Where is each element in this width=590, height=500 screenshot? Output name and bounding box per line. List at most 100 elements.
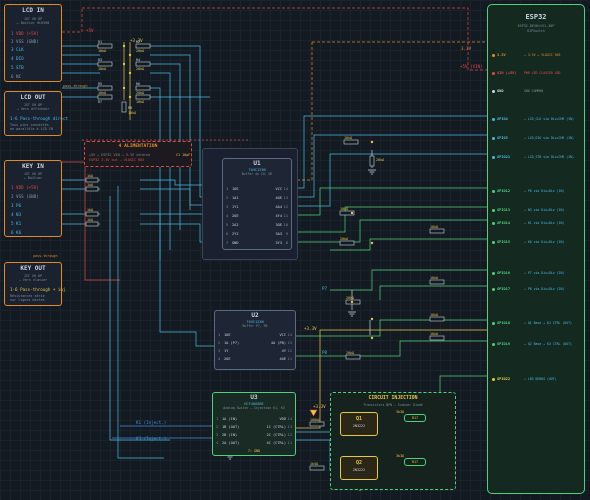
u2-pin-l3: 1Y	[224, 349, 229, 353]
key-in-pin-3: 3 P6	[11, 203, 22, 208]
u1-pin-num-l3: 3	[226, 205, 229, 209]
rg21-value: 10kΩ	[344, 136, 353, 140]
resistor-r17-q1: R17	[404, 414, 426, 422]
u2-pin-r3: 4Y	[281, 349, 286, 353]
chip-u1: U1 74HC125N Buffer 4x CH, OE 1 1OE 2 1A1 3 1Y…	[222, 158, 292, 250]
esp32-pin-desc: → P7 via Div+Div (IN)	[524, 271, 565, 275]
inj-sub: Transistors NPN – Scanner Diode	[363, 403, 423, 407]
u3-pin-r4: 4C (CTRL)	[266, 441, 286, 445]
u2-pin-num-l4: 4	[218, 357, 221, 361]
u2-pin-num-l1: 1	[218, 333, 221, 337]
u2-pin-num-r4: 11	[287, 357, 292, 361]
u2-pin-num-l2: 2	[218, 341, 221, 345]
lcd-out-connector: LCD OUT JST XH 8P → Vers afficheur 1-6 P…	[4, 91, 68, 136]
q1-label: Q1	[355, 416, 363, 422]
u2-pin-l2: 1A (P7)	[224, 341, 240, 345]
esp32-pin-desc: → LCD_STB via Div+CHR (IN)	[524, 155, 574, 159]
lcd-in-pin-5: 5 STB	[11, 65, 24, 70]
u1-pin-num-r7: 8	[285, 241, 288, 245]
label-p5vb: +5V (VIN)	[460, 64, 483, 69]
gpio13-wire	[294, 206, 487, 233]
u1-pin-l4: 2OE	[232, 214, 239, 218]
rg16-value: 10kΩ	[430, 276, 439, 280]
u1-pin-num-l5: 5	[226, 223, 229, 227]
u1-pin-r3: 4A4	[275, 205, 283, 209]
esp32-pin-gpio17: GPIO17	[497, 287, 510, 291]
lcd-in-title: LCD IN	[22, 7, 44, 14]
lcd-in-sub2: ← Boitier HLK590	[16, 21, 50, 25]
lcd-in-pin-1: 1 VDD (+5V)	[11, 31, 39, 36]
esp32-pin-desc: → K1 via Div+Div (IN)	[524, 221, 565, 225]
u3-pin-l4: 2A (OUT)	[222, 441, 240, 445]
key-out-pin: 1-6 Pass-through + inj	[10, 287, 66, 292]
u2-pin-num-r1: 14	[287, 333, 292, 337]
u1-pin-l3: 1Y1	[232, 205, 239, 209]
esp32-pin-gpio22: GPIO22	[497, 377, 510, 381]
lcd-out-pin: 1-6 Pass-through direct	[10, 116, 68, 121]
esp32-pin-gpio18: GPIO18	[497, 321, 510, 325]
alim-line2: ESP32 3.3V out → VLOGIC R03	[89, 158, 145, 162]
esp32-pin-desc: → Q1 Base → K1 CTRL (OUT)	[524, 321, 572, 325]
u2-pin-r2: 4A (P8)	[270, 341, 286, 345]
key-out-title: KEY OUT	[20, 265, 46, 272]
r6-value: 20kΩ	[136, 91, 145, 95]
label-p7: P7	[322, 286, 328, 291]
capacitor-c1-label: C1 10µF	[176, 153, 191, 157]
resistor-gpio21-pd	[369, 155, 375, 167]
esp32-pin-desc: → LCD_CLK via Div+CHR (IN)	[524, 117, 574, 121]
u3-pin-num-r3: 12	[287, 433, 292, 437]
r1-label: R1	[98, 40, 103, 44]
esp32-pin-desc: → Q2 Base → K3 CTRL (OUT)	[524, 342, 572, 346]
u1-pin-l6: 2Y2	[232, 232, 239, 236]
u1-pin-num-r3: 12	[283, 205, 288, 209]
u3-title: U3	[250, 394, 258, 401]
esp32-pin-dot	[492, 72, 495, 75]
esp32-pin-dot	[492, 272, 495, 275]
rg15-value: 20kΩ	[340, 237, 349, 241]
u1-pin-num-l2: 2	[226, 196, 229, 200]
u1-desc: Buffer 4x CH, OE	[241, 172, 273, 176]
r8-value: 10kΩ	[128, 111, 137, 115]
lcd-div-wire	[62, 87, 161, 260]
chip-u3: U3 HCF4066BE Analog Switch – Injection K…	[212, 392, 296, 456]
lcd-in-pin-2: 2 VSS (GND)	[11, 39, 39, 44]
r4-label: R4	[136, 58, 141, 62]
u1-pin-r7: 3Y3	[275, 241, 283, 245]
key-in-pin-1: 1 VDD (+5V)	[11, 185, 39, 190]
label-k1-inject: K1 (Inject.)	[136, 420, 167, 425]
esp32-pin-gpio16: GPIO16	[497, 271, 510, 275]
lcd-in-pin-6: 6 NC	[11, 74, 22, 79]
lcd-pass-label: pass-through	[63, 84, 88, 88]
u1-pin-r4: 4Y4	[275, 214, 283, 218]
r1-value: 10kΩ	[98, 49, 107, 53]
esp32-pin-dot	[492, 241, 495, 244]
key-out-connector: KEY OUT JST XH 6P → Vers clavier 1-6 Pas…	[4, 262, 66, 306]
u1-pin-r1: VCC	[275, 187, 283, 191]
u1-pin-r5: 3OE	[275, 223, 283, 227]
rg14-value: 10kΩ	[430, 225, 439, 229]
esp32-pin-gpio21: GPIO21	[497, 155, 510, 159]
gpio12-wire	[294, 187, 487, 216]
u1-pin-num-l4: 4	[226, 214, 229, 218]
esp32-pin-gpio5: GPIO5	[497, 136, 508, 140]
esp32-pin-gpio13: GPIO13	[497, 208, 510, 212]
esp32-pin-desc: → 3.3V → VLOGIC R03	[524, 53, 561, 57]
esp32-pin-desc: → LCD_DIO via Div+CHR (IN)	[524, 136, 574, 140]
esp32-pin-dot	[492, 343, 495, 346]
schematic-canvas: LCD IN JST XH 8P ← Boitier HLK590 1 VDD …	[0, 0, 590, 500]
key-in-pin-5: 5 K1	[11, 221, 22, 226]
r2-value: 20kΩ	[136, 49, 145, 53]
u2-desc: Buffer P7, P8	[242, 324, 268, 328]
u3-pin-l1: 1A (IN)	[222, 417, 238, 421]
lcd-in-connector: LCD IN JST XH 8P ← Boitier HLK590 1 VDD …	[4, 4, 62, 82]
esp32-pin-dot	[492, 209, 495, 212]
esp32-sub2: DIPSwitch	[527, 29, 545, 33]
key-out-sub2: → Vers clavier	[18, 278, 48, 282]
r7-value: 10kΩ	[136, 100, 145, 104]
u2-pin-num-l3: 3	[218, 349, 221, 353]
r2-label: R2	[136, 40, 141, 44]
label-p8: P8	[322, 350, 328, 355]
gpio17-wire	[379, 285, 487, 300]
u1-pin-num-r6: 9	[285, 232, 288, 236]
transistor-q2: Q2 2N3222	[340, 456, 378, 480]
